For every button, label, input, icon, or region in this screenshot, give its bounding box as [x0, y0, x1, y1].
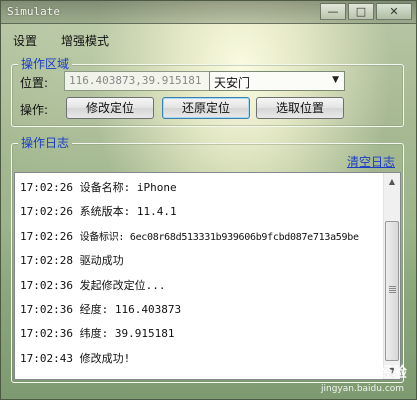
location-select-value: 天安门	[214, 76, 251, 90]
pick-location-button[interactable]: 选取位置	[256, 97, 344, 119]
simulate-window: Simulate — □ ✕ 设置 增强模式 操作区域 位置: 116.4038…	[0, 0, 417, 400]
menu-bar: 设置 增强模式	[1, 29, 121, 51]
minimize-icon: —	[327, 5, 339, 18]
log-time: 17:02:28	[20, 254, 73, 268]
log-entry: 17:02:26 设备标识: 6ec08r68d513331b939606b9f…	[20, 225, 380, 249]
menu-enhanced-mode[interactable]: 增强模式	[49, 29, 121, 51]
log-entry: 17:02:36 纬度: 39.915181	[20, 322, 380, 346]
log-time: 17:02:26	[20, 181, 73, 194]
window-controls: — □ ✕	[320, 3, 412, 20]
position-input[interactable]: 116.403873,39.915181	[64, 71, 212, 91]
log-entry: 17:02:26 系统版本: 11.4.1	[20, 200, 380, 224]
modify-location-button[interactable]: 修改定位	[66, 97, 154, 119]
log-entry: 17:02:36 经度: 116.403873	[20, 298, 380, 322]
log-text: 设备名称: iPhone	[79, 181, 177, 194]
scrollbar-thumb[interactable]	[385, 221, 399, 361]
operation-label: 操作:	[20, 103, 49, 117]
operation-area-group: 操作区域 位置: 116.403873,39.915181 天安门 ▼ 操作: …	[11, 57, 404, 127]
log-text: 系统版本: 11.4.1	[79, 205, 177, 219]
log-text: 发起修改定位...	[79, 278, 166, 292]
log-entry: 17:02:36 发起修改定位...	[20, 274, 380, 298]
watermark-logo: Baidu 经验	[329, 365, 407, 381]
log-text: 修改成功!	[79, 351, 131, 365]
watermark-url: jingyan.baidu.com	[321, 384, 405, 394]
log-text: 经度: 116.403873	[79, 302, 182, 316]
restore-location-button[interactable]: 还原定位	[162, 97, 250, 119]
scroll-up-arrow-icon[interactable]: ▲	[384, 173, 400, 190]
maximize-icon: □	[355, 5, 367, 18]
log-time: 17:02:36	[20, 327, 73, 341]
baidu-watermark: Baidu 经验 jingyan.baidu.com	[301, 362, 411, 398]
location-select[interactable]: 天安门 ▼	[209, 71, 345, 91]
log-scrollbar[interactable]: ▲ ▼	[383, 173, 400, 379]
log-time: 17:02:26	[20, 229, 73, 243]
log-entry: 17:02:26 设备名称: iPhone	[20, 176, 380, 200]
log-area-group: 操作日志 清空日志 17:02:26 设备名称: iPhone 17:02:26…	[11, 136, 404, 383]
log-lines: 17:02:26 设备名称: iPhone 17:02:26 系统版本: 11.…	[20, 176, 380, 371]
operation-area-title: 操作区域	[18, 57, 73, 71]
log-area-title: 操作日志	[18, 136, 73, 150]
minimize-button[interactable]: —	[320, 3, 346, 20]
menu-settings[interactable]: 设置	[1, 29, 49, 51]
grip-icon	[389, 286, 396, 287]
log-entry: 17:02:28 驱动成功	[20, 249, 380, 273]
clear-log-link[interactable]: 清空日志	[347, 153, 395, 170]
chevron-down-icon: ▼	[332, 75, 339, 85]
log-text: 设备标识: 6ec08r68d513331b939606b9fcbd087e71…	[79, 231, 359, 243]
window-title: Simulate	[7, 5, 60, 18]
log-time: 17:02:36	[20, 278, 73, 292]
position-label: 位置:	[20, 76, 49, 90]
close-button[interactable]: ✕	[376, 3, 412, 20]
close-icon: ✕	[389, 5, 399, 18]
log-time: 17:02:36	[20, 302, 73, 316]
log-time: 17:02:26	[20, 205, 73, 219]
log-time: 17:02:43	[20, 351, 73, 365]
log-list[interactable]: 17:02:26 设备名称: iPhone 17:02:26 系统版本: 11.…	[14, 172, 401, 380]
log-text: 纬度: 39.915181	[79, 327, 175, 341]
log-text: 驱动成功	[79, 254, 124, 268]
maximize-button[interactable]: □	[348, 3, 374, 20]
title-bar[interactable]: Simulate — □ ✕	[1, 1, 416, 24]
